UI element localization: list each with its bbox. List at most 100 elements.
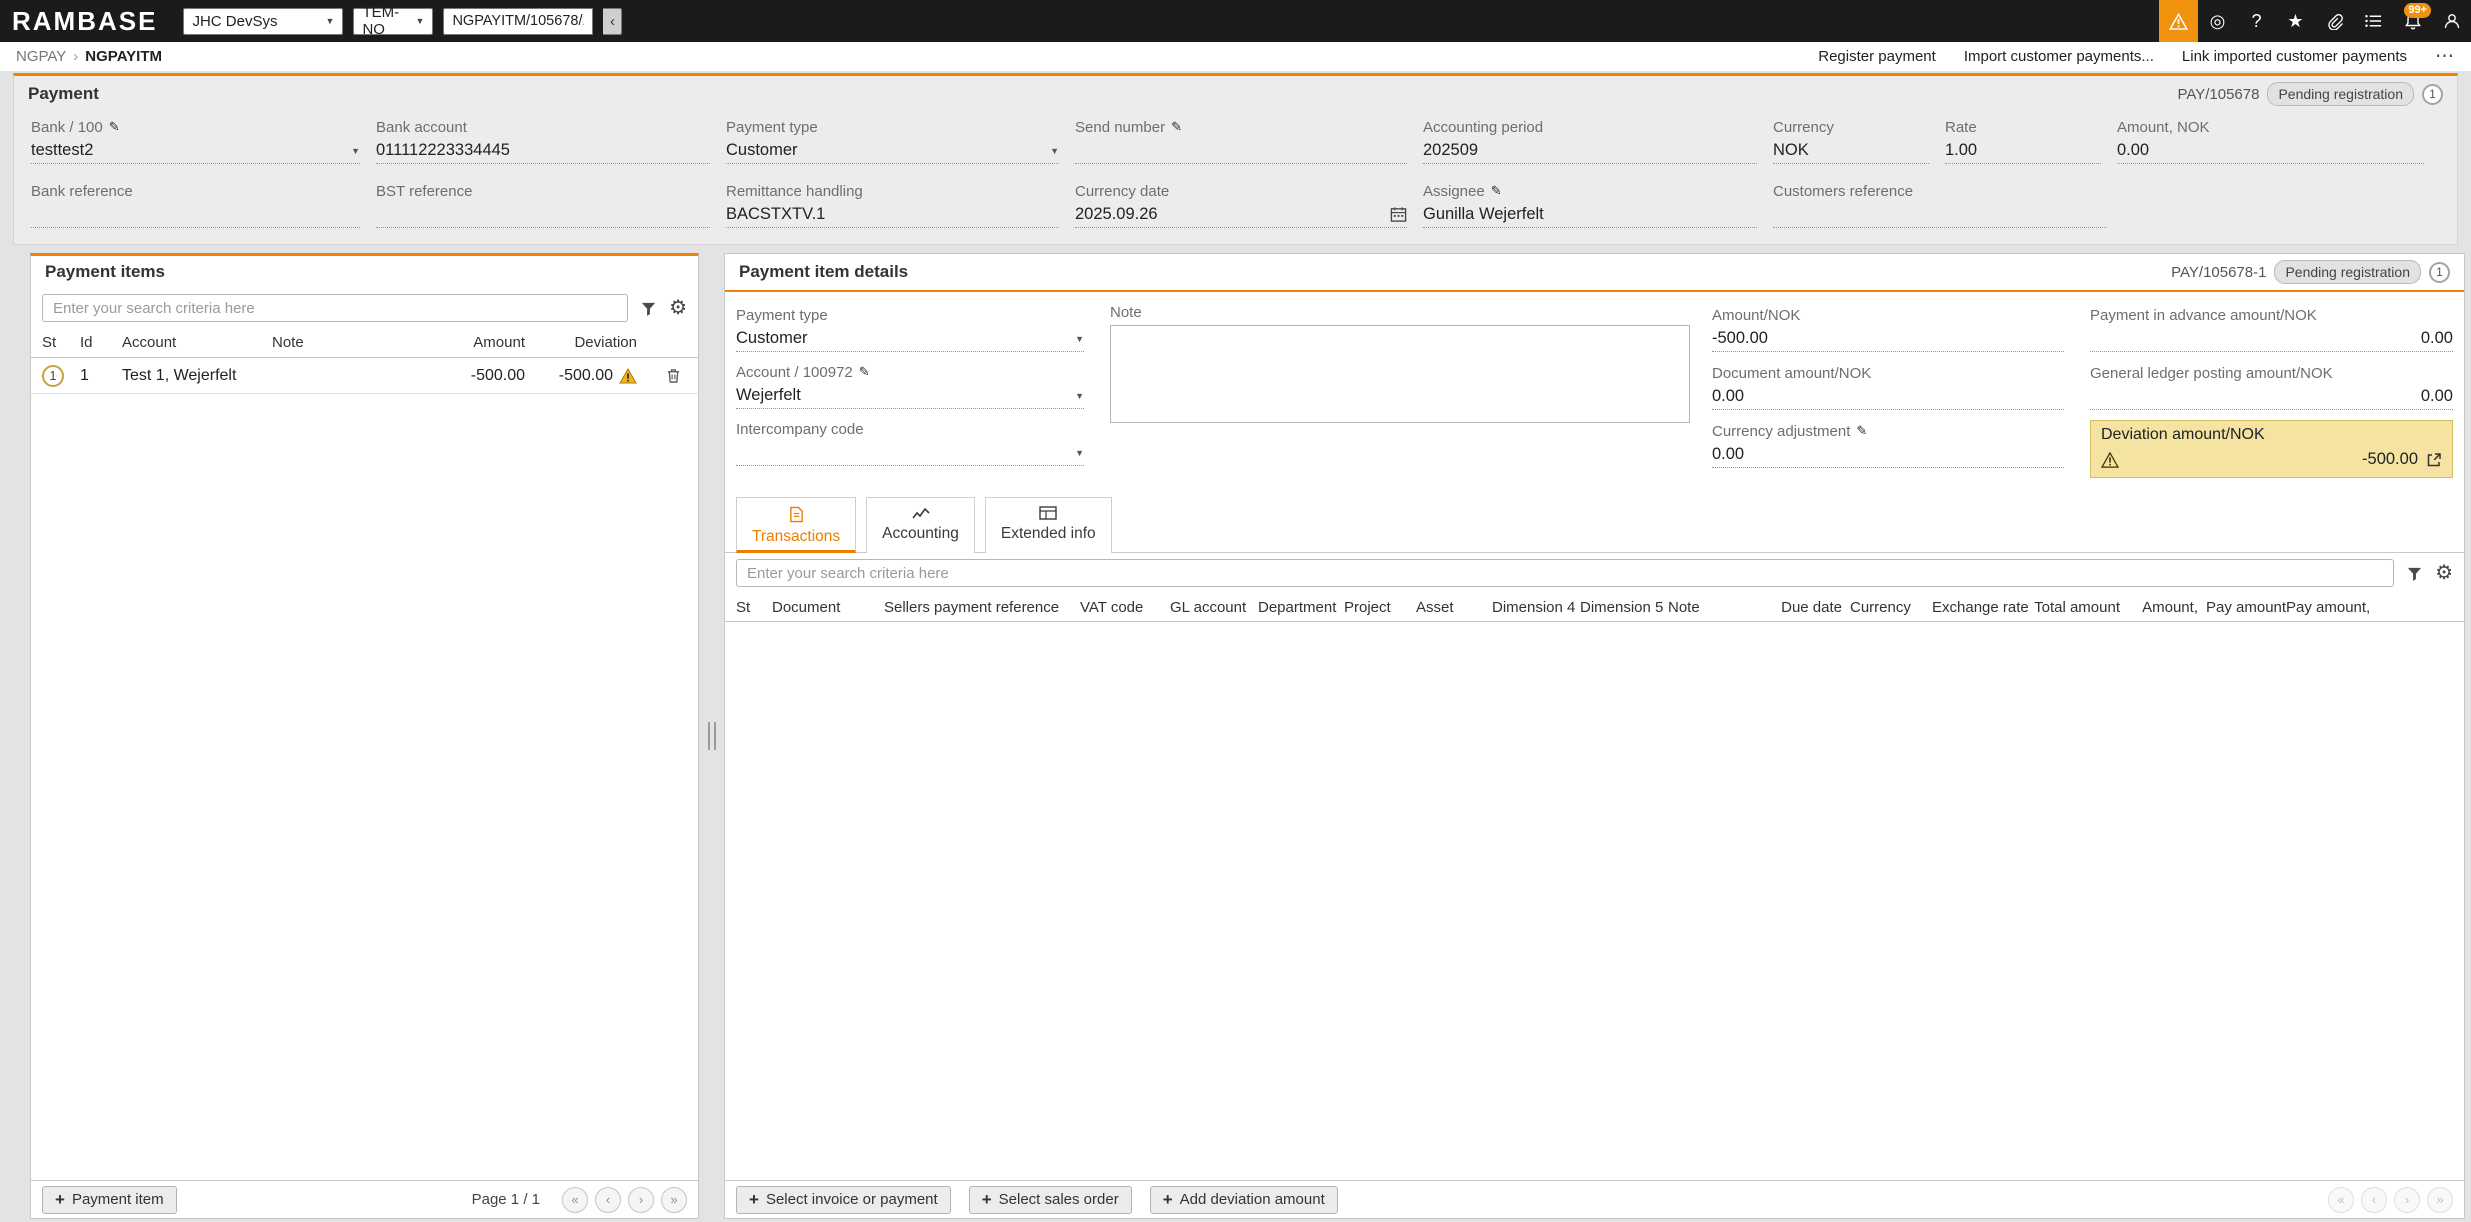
notifications-button[interactable]: 99+ — [2393, 0, 2432, 42]
item-account: Test 1, Wejerfelt — [122, 367, 272, 385]
edit-icon[interactable]: ✎ — [1171, 119, 1182, 135]
help-button[interactable]: ? — [2237, 0, 2276, 42]
currency-adjustment-value[interactable]: 0.00 — [1712, 442, 2064, 468]
column-header[interactable]: VAT code — [1080, 599, 1170, 616]
column-header[interactable]: Dimension 4 ... — [1492, 599, 1580, 616]
first-page-button[interactable]: « — [562, 1187, 588, 1213]
column-header[interactable]: Note — [272, 334, 411, 351]
column-header[interactable]: Asset — [1416, 599, 1492, 616]
edit-icon[interactable]: ✎ — [1491, 183, 1502, 199]
column-header[interactable]: St — [42, 334, 80, 351]
column-header[interactable]: Total amount — [2028, 599, 2128, 616]
detail-account-dropdown[interactable]: Wejerfelt▼ — [736, 383, 1084, 409]
column-header[interactable]: Note — [1668, 599, 1754, 616]
payment-items-search-input[interactable] — [42, 294, 628, 322]
note-textarea[interactable] — [1110, 325, 1690, 423]
rate-value[interactable]: 1.00 — [1945, 138, 2101, 164]
bst-reference-value[interactable] — [376, 202, 710, 228]
attachments-button[interactable] — [2315, 0, 2354, 42]
support-button[interactable]: ◎ — [2198, 0, 2237, 42]
open-deviation-icon[interactable] — [2426, 452, 2442, 468]
paperclip-icon — [2326, 13, 2343, 30]
remittance-handling-value[interactable]: BACSTXTV.1 — [726, 202, 1059, 228]
tab-accounting[interactable]: Accounting — [866, 497, 975, 553]
detail-payment-type-dropdown[interactable]: Customer▼ — [736, 326, 1084, 352]
menu-button[interactable] — [2354, 0, 2393, 42]
column-header[interactable]: Amount, — [2128, 599, 2206, 616]
last-page-button[interactable]: » — [661, 1187, 687, 1213]
bank-account-value[interactable]: 011112223334445 — [376, 138, 710, 164]
user-button[interactable] — [2432, 0, 2471, 42]
prev-page-button[interactable]: ‹ — [595, 1187, 621, 1213]
link-imported-customer-payments-link[interactable]: Link imported customer payments — [2182, 48, 2407, 65]
first-page-button[interactable]: « — [2328, 1187, 2354, 1213]
send-number-value[interactable] — [1075, 138, 1407, 164]
column-header[interactable]: St — [736, 599, 772, 616]
last-page-button[interactable]: » — [2427, 1187, 2453, 1213]
edit-icon[interactable]: ✎ — [109, 119, 120, 135]
currency-date-picker[interactable]: 2025.09.26 — [1075, 202, 1407, 228]
column-header[interactable]: Due date — [1754, 599, 1850, 616]
column-header[interactable]: Pay amount — [2206, 599, 2286, 616]
company-select[interactable]: TEM-NO ▼ — [353, 8, 433, 35]
column-header[interactable]: Currency — [1850, 599, 1932, 616]
breadcrumb-parent[interactable]: NGPAY — [16, 48, 66, 65]
gear-icon[interactable]: ⚙ — [2435, 563, 2453, 583]
column-header[interactable]: Exchange rate — [1932, 599, 2028, 616]
warning-button[interactable] — [2159, 0, 2198, 42]
payment-type-dropdown[interactable]: Customer▼ — [726, 138, 1059, 164]
column-header[interactable]: Id — [80, 334, 122, 351]
transactions-search-input[interactable] — [736, 559, 2394, 587]
column-header[interactable]: Department — [1258, 599, 1344, 616]
notification-badge: 99+ — [2404, 3, 2431, 18]
column-header[interactable]: GL account — [1170, 599, 1258, 616]
column-header[interactable]: Project — [1344, 599, 1416, 616]
payment-items-panel: Payment items ⚙ StIdAccountNoteAmountDev… — [30, 253, 699, 1219]
column-header[interactable]: Deviation — [531, 334, 643, 351]
next-page-button[interactable]: › — [2394, 1187, 2420, 1213]
column-header[interactable]: Amount — [411, 334, 531, 351]
gear-icon[interactable]: ⚙ — [669, 298, 687, 318]
payment-in-advance-value[interactable]: 0.00 — [2090, 326, 2453, 352]
filter-icon[interactable] — [640, 300, 657, 317]
edit-icon[interactable]: ✎ — [1856, 423, 1867, 439]
column-header[interactable]: Document — [772, 599, 884, 616]
next-page-button[interactable]: › — [628, 1187, 654, 1213]
tab-extended-info[interactable]: Extended info — [985, 497, 1112, 553]
favorites-button[interactable]: ★ — [2276, 0, 2315, 42]
filter-icon[interactable] — [2406, 565, 2423, 582]
add-payment-item-button[interactable]: + Payment item — [42, 1186, 177, 1214]
edit-icon[interactable]: ✎ — [859, 364, 870, 380]
amount-nok-value[interactable]: 0.00 — [2117, 138, 2424, 164]
amount-nok-detail-value[interactable]: -500.00 — [1712, 326, 2064, 352]
more-actions-icon[interactable]: ⋯ — [2435, 45, 2455, 68]
navigate-input[interactable] — [443, 8, 593, 35]
prev-page-button[interactable]: ‹ — [2361, 1187, 2387, 1213]
assignee-value[interactable]: Gunilla Wejerfelt — [1423, 202, 1757, 228]
register-payment-link[interactable]: Register payment — [1818, 48, 1936, 65]
accounting-period-value[interactable]: 202509 — [1423, 138, 1757, 164]
trash-icon[interactable] — [666, 367, 681, 384]
calendar-icon[interactable] — [1390, 206, 1407, 223]
bank-dropdown[interactable]: testtest2▼ — [31, 138, 360, 164]
select-invoice-or-payment-button[interactable]: + Select invoice or payment — [736, 1186, 951, 1214]
add-deviation-amount-button[interactable]: + Add deviation amount — [1150, 1186, 1338, 1214]
intercompany-code-dropdown[interactable]: ▼ — [736, 440, 1084, 466]
back-button[interactable]: ‹ — [603, 8, 622, 35]
document-amount-value[interactable]: 0.00 — [1712, 384, 2064, 410]
bst-reference-field: BST reference — [376, 180, 726, 228]
environment-select[interactable]: JHC DevSys ▼ — [183, 8, 343, 35]
import-customer-payments-link[interactable]: Import customer payments... — [1964, 48, 2154, 65]
currency-value[interactable]: NOK — [1773, 138, 1929, 164]
payment-item-row[interactable]: 1 1 Test 1, Wejerfelt -500.00 -500.00 — [31, 358, 698, 394]
gl-posting-amount-value[interactable]: 0.00 — [2090, 384, 2453, 410]
column-header[interactable]: Account — [122, 334, 272, 351]
select-sales-order-button[interactable]: + Select sales order — [969, 1186, 1132, 1214]
column-header[interactable]: Sellers payment reference — [884, 599, 1080, 616]
panel-splitter[interactable] — [699, 253, 724, 1219]
bank-reference-value[interactable] — [31, 202, 360, 228]
column-header[interactable]: Pay amount, — [2286, 599, 2370, 616]
customers-reference-value[interactable] — [1773, 202, 2107, 228]
tab-transactions[interactable]: Transactions — [736, 497, 856, 553]
column-header[interactable]: Dimension 5 ... — [1580, 599, 1668, 616]
